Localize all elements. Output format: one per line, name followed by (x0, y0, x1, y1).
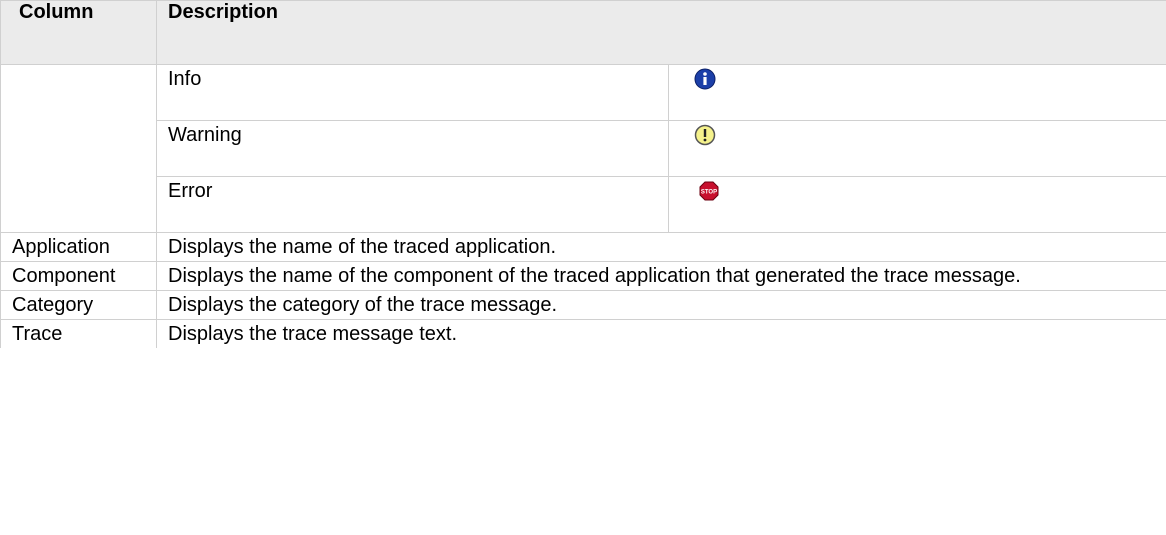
table-row: Application Displays the name of the tra… (0, 232, 1166, 262)
description-cell: Displays the name of the traced applicat… (156, 232, 1166, 262)
severity-icon-cell-warning (668, 120, 1166, 177)
info-icon (694, 68, 716, 90)
warning-icon (694, 124, 716, 146)
header-description: Description (156, 0, 1166, 65)
severity-label-info: Info (156, 64, 669, 121)
column-description-table: Column Description Info Warning Error ST… (0, 0, 1166, 348)
severity-label-warning: Warning (156, 120, 669, 177)
table-row: Component Displays the name of the compo… (0, 261, 1166, 291)
stop-icon: STOP (698, 180, 720, 202)
severity-column-cell (0, 64, 157, 233)
table-header-row: Column Description (0, 0, 1166, 65)
column-name-cell: Application (0, 232, 157, 262)
severity-label-error: Error (156, 176, 669, 233)
description-cell: Displays the trace message text. (156, 319, 1166, 348)
severity-icon-cell-error: STOP (668, 176, 1166, 233)
stop-icon-text: STOP (701, 190, 717, 196)
description-cell: Displays the name of the component of th… (156, 261, 1166, 291)
description-cell: Displays the category of the trace messa… (156, 290, 1166, 320)
column-name-cell: Category (0, 290, 157, 320)
column-name-cell: Component (0, 261, 157, 291)
severity-row-error: Error STOP (1, 176, 1166, 233)
header-column: Column (0, 0, 157, 65)
severity-row-info: Info (0, 64, 1166, 233)
severity-icon-cell-info (668, 64, 1166, 121)
table-row: Category Displays the category of the tr… (0, 290, 1166, 320)
severity-row-warning: Warning (1, 120, 1166, 177)
column-name-cell: Trace (0, 319, 157, 348)
table-row: Trace Displays the trace message text. (0, 319, 1166, 348)
